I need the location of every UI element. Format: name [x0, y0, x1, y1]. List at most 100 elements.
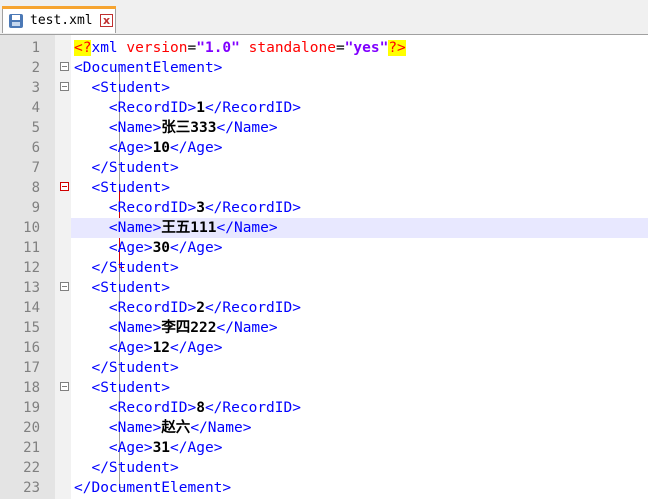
code-line[interactable]: 18 <Student> [0, 378, 648, 398]
syntax-token-txt: 12 [152, 340, 171, 356]
line-number: 11 [23, 240, 40, 256]
code-text: </DocumentElement> [74, 478, 231, 498]
code-line[interactable]: 17 </Student> [0, 358, 648, 378]
code-line[interactable]: 21 <Age>31</Age> [0, 438, 648, 458]
code-line[interactable]: 1 <?xml version="1.0" standalone="yes"?> [0, 38, 648, 58]
fold-toggle-icon[interactable] [60, 182, 69, 191]
syntax-token-txt: 赵六 [161, 420, 191, 436]
syntax-token-str: "yes" [344, 40, 389, 56]
syntax-token-tag: </RecordID> [204, 300, 301, 316]
code-line[interactable]: 10 <Name>王五111</Name> [0, 218, 648, 238]
line-number: 5 [31, 120, 40, 136]
code-line[interactable]: 6 <Age>10</Age> [0, 138, 648, 158]
syntax-token-tag: </Age> [170, 240, 223, 256]
code-line[interactable]: 11 <Age>30</Age> [0, 238, 648, 258]
syntax-token-tag: </DocumentElement> [74, 480, 232, 496]
fold-toggle-icon[interactable] [60, 282, 69, 291]
syntax-token-tag: </RecordID> [204, 200, 301, 216]
code-text: <RecordID>3</RecordID> [74, 198, 301, 218]
line-number: 21 [23, 440, 40, 456]
save-icon[interactable] [9, 14, 23, 28]
syntax-token-tag: </RecordID> [204, 100, 301, 116]
code-line[interactable]: 7 </Student> [0, 158, 648, 178]
syntax-token-txt: 30 [152, 240, 171, 256]
code-text: <Name>王五111</Name> [74, 218, 278, 238]
code-line[interactable]: 9 <RecordID>3</RecordID> [0, 198, 648, 218]
syntax-token-tag: </Age> [170, 340, 223, 356]
syntax-token-tag: </Student> [74, 160, 179, 176]
syntax-token-txt: 李四222 [161, 320, 217, 336]
tab-label: test.xml [30, 13, 93, 28]
fold-toggle-icon[interactable] [60, 382, 69, 391]
syntax-token-tag: </Name> [216, 120, 278, 136]
code-text: <RecordID>8</RecordID> [74, 398, 301, 418]
code-text: </Student> [74, 158, 179, 178]
syntax-token-tag: <RecordID> [74, 200, 197, 216]
line-number: 1 [31, 40, 40, 56]
fold-toggle-icon[interactable] [60, 62, 69, 71]
line-number: 22 [23, 460, 40, 476]
syntax-token-tag: <Name> [74, 120, 162, 136]
code-text: </Student> [74, 258, 178, 278]
code-text: <RecordID>1</RecordID> [74, 98, 301, 118]
line-number: 16 [23, 340, 40, 356]
code-text: <Student> [74, 378, 170, 398]
syntax-token-tag: </Student> [74, 460, 179, 476]
syntax-token-tag: <Name> [74, 320, 162, 336]
code-line[interactable]: 5 <Name>张三333</Name> [0, 118, 648, 138]
code-line[interactable]: 12 </Student> [0, 258, 648, 278]
code-line[interactable]: 3 <Student> [0, 78, 648, 98]
line-number: 19 [23, 400, 40, 416]
line-number: 13 [23, 280, 40, 296]
code-line[interactable]: 23 </DocumentElement> [0, 478, 648, 498]
line-number: 9 [31, 200, 40, 216]
syntax-token-tag: <RecordID> [74, 400, 197, 416]
code-line[interactable]: 4 <RecordID>1</RecordID> [0, 98, 648, 118]
syntax-token-txt: 31 [152, 440, 171, 456]
line-number: 20 [23, 420, 40, 436]
line-number: 8 [31, 180, 40, 196]
code-text: <DocumentElement> [74, 58, 222, 78]
code-line[interactable]: 8 <Student> [0, 178, 648, 198]
code-line[interactable]: 19 <RecordID>8</RecordID> [0, 398, 648, 418]
line-number: 14 [23, 300, 40, 316]
syntax-token-tag: <Age> [74, 440, 153, 456]
line-number: 18 [23, 380, 40, 396]
code-line[interactable]: 22 </Student> [0, 458, 648, 478]
syntax-token-txt: 10 [152, 140, 171, 156]
close-icon[interactable]: x [100, 14, 113, 27]
code-text: <Age>12</Age> [74, 338, 223, 358]
tab-test-xml[interactable]: test.xml x [2, 6, 116, 33]
code-line[interactable]: 13 <Student> [0, 278, 648, 298]
line-number: 10 [23, 220, 40, 236]
code-line[interactable]: 16 <Age>12</Age> [0, 338, 648, 358]
code-text: <Age>30</Age> [74, 238, 223, 258]
syntax-token-tag: </Student> [74, 360, 179, 376]
fold-toggle-icon[interactable] [60, 82, 69, 91]
syntax-token-tag: </Age> [170, 440, 223, 456]
syntax-token-tag: <RecordID> [74, 100, 197, 116]
syntax-token-tag: <Age> [74, 340, 153, 356]
code-line[interactable]: 14 <RecordID>2</RecordID> [0, 298, 648, 318]
code-text: <Name>张三333</Name> [74, 118, 278, 138]
syntax-token-tag: </Name> [216, 320, 278, 336]
line-number: 15 [23, 320, 40, 336]
line-number: 2 [31, 60, 40, 76]
syntax-token-tag: </Name> [190, 420, 252, 436]
line-number: 3 [31, 80, 40, 96]
code-editor[interactable]: 1 <?xml version="1.0" standalone="yes"?> 2… [0, 35, 648, 499]
syntax-token-tag: <Name> [74, 420, 162, 436]
code-line[interactable]: 15 <Name>李四222</Name> [0, 318, 648, 338]
syntax-token-txt: 8 [196, 400, 205, 416]
syntax-token-tag: </Age> [170, 140, 223, 156]
syntax-token-tag: <DocumentElement> [74, 60, 223, 76]
syntax-token-tag: </RecordID> [204, 400, 301, 416]
code-text: <Student> [74, 178, 170, 198]
syntax-token-pi: <? [74, 40, 92, 56]
syntax-token-tag: </Name> [216, 220, 278, 236]
code-line[interactable]: 2 <DocumentElement> [0, 58, 648, 78]
code-line[interactable]: 20 <Name>赵六</Name> [0, 418, 648, 438]
syntax-token-txt: 张三333 [161, 120, 217, 136]
line-number: 23 [23, 480, 40, 496]
code-text: <Student> [74, 278, 170, 298]
